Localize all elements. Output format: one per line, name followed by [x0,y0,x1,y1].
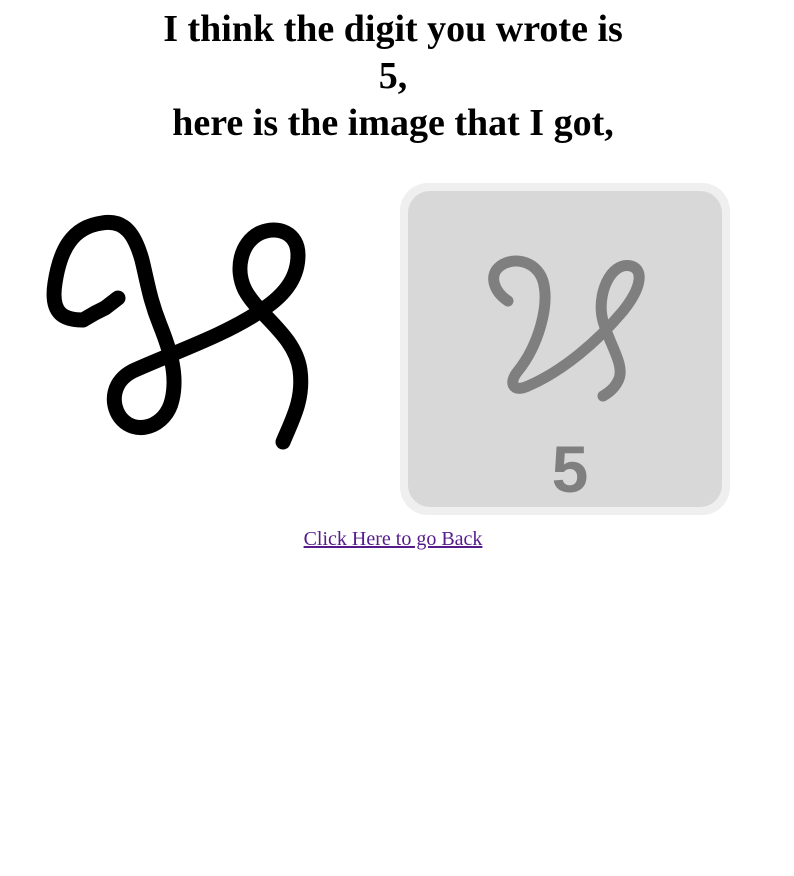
go-back-link[interactable]: Click Here to go Back [304,528,483,550]
result-heading: I think the digit you wrote is 5, here i… [0,6,786,147]
user-drawn-digit-image [46,214,309,450]
sample-digit-label: 5 [552,432,589,506]
result-heading-line-3: here is the image that I got, [172,102,614,144]
predicted-digit-sample-image: 5 [400,183,730,515]
user-drawn-stroke [46,214,309,450]
back-link-container: Click Here to go Back [0,527,786,551]
result-heading-line-1: I think the digit you wrote is [163,8,623,50]
predicted-digit-text: 5, [378,55,408,97]
user-drawn-dotted-stroke [75,290,126,328]
